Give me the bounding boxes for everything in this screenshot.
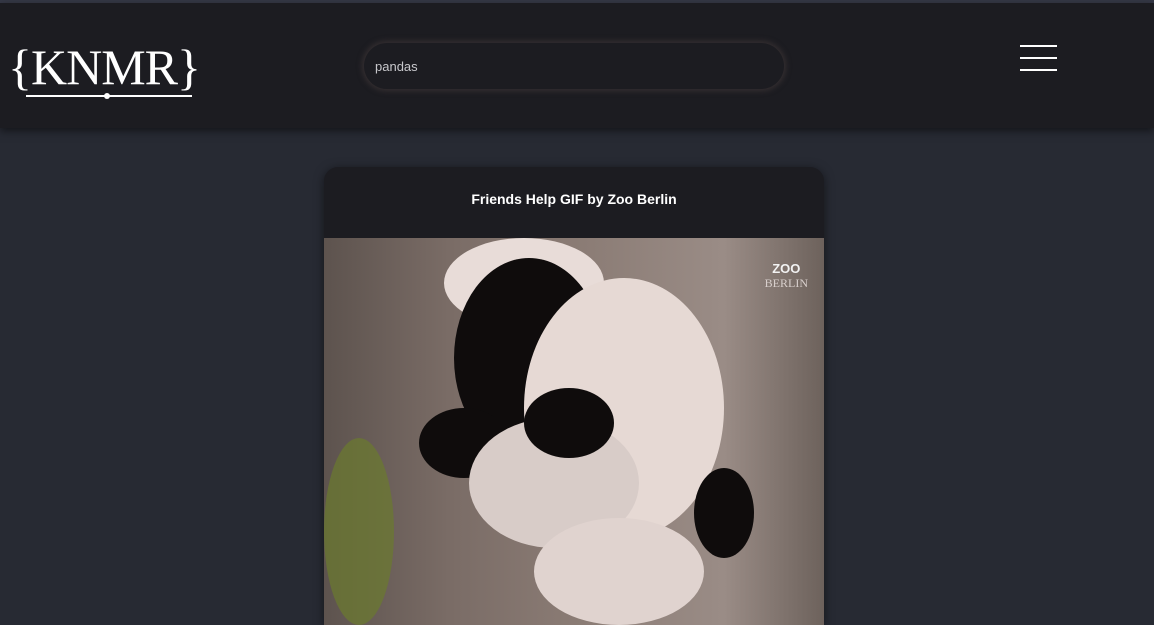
- gif-image[interactable]: ZOO BERLIN: [324, 238, 824, 625]
- header: {KNMR}: [0, 3, 1154, 128]
- gif-title: Friends Help GIF by Zoo Berlin: [471, 191, 677, 207]
- gif-card: Friends Help GIF by Zoo Berlin ZOO BERLI…: [324, 167, 824, 625]
- logo-ornament-dot: [104, 93, 110, 99]
- logo[interactable]: {KNMR}: [8, 37, 201, 97]
- zoo-berlin-watermark: ZOO BERLIN: [764, 261, 808, 291]
- hamburger-menu-icon[interactable]: [1020, 43, 1058, 73]
- search-input[interactable]: [364, 43, 784, 89]
